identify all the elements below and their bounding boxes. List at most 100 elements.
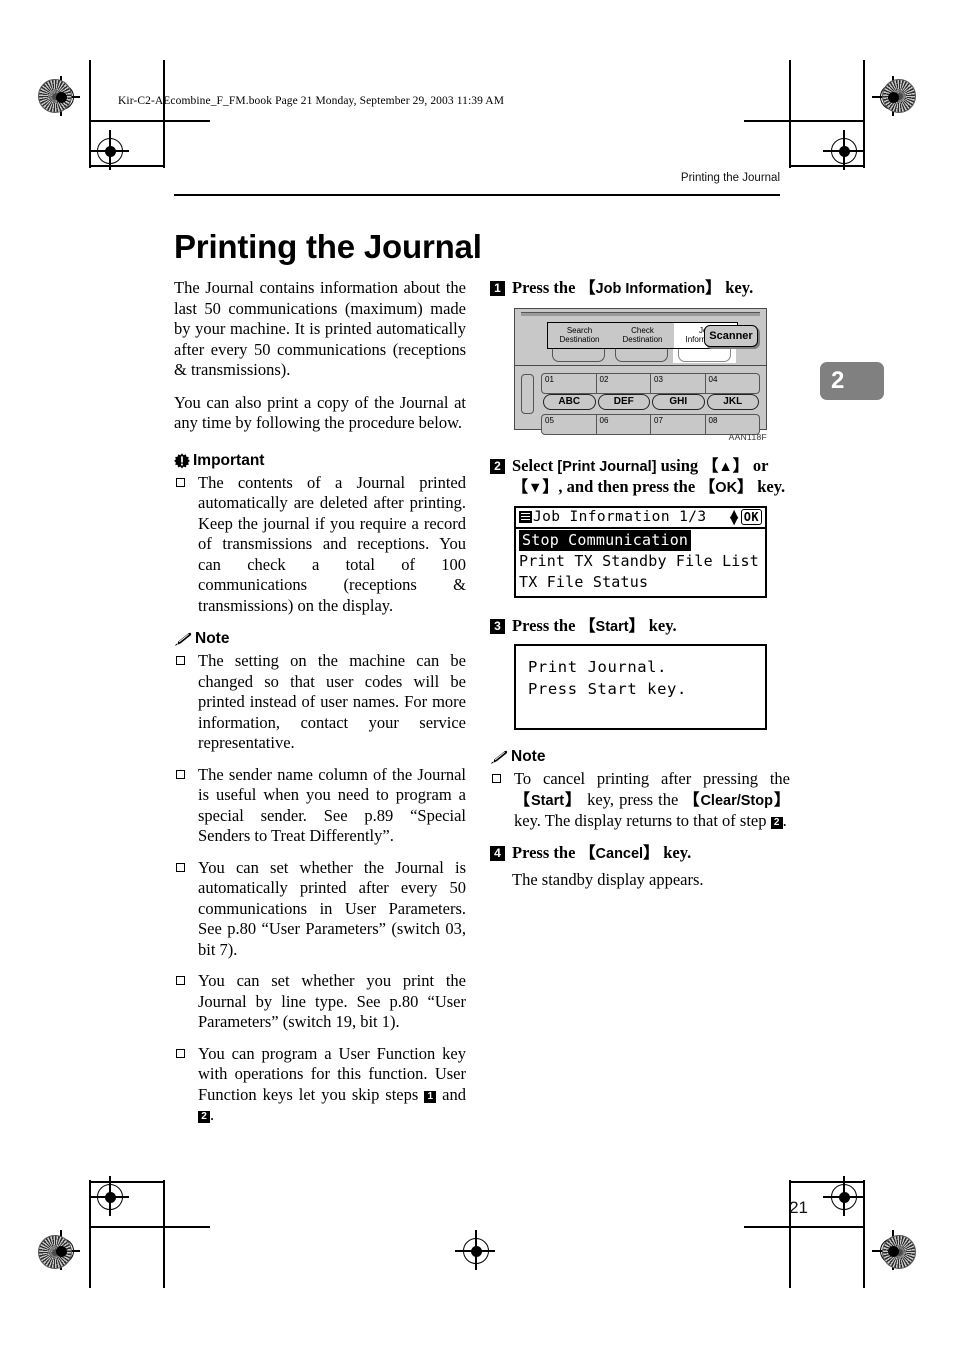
list-item-text: The setting on the machine can be change…: [198, 651, 466, 752]
step-2-t1: Select: [512, 455, 558, 475]
letter-key-ghi[interactable]: GHI: [652, 393, 705, 410]
bullet-square-icon: [176, 1048, 185, 1058]
print-journal-lcd: Print Journal. Press Start key.: [514, 644, 767, 730]
bracket-open: 【: [512, 479, 529, 496]
step-2-text: Select [Print Journal] using 【▲】 or 【▼】,…: [512, 456, 790, 499]
quick-dial-01[interactable]: 01: [541, 372, 596, 394]
crop-mark-line: [90, 165, 165, 167]
bracket-close: 】: [737, 479, 754, 496]
list-item: To cancel printing after pressing the 【S…: [490, 769, 790, 832]
quick-dial-03[interactable]: 03: [650, 372, 705, 394]
step-ref-1: 1: [424, 1090, 437, 1103]
panel-key-slot-2[interactable]: [610, 348, 673, 363]
crop-mark-line: [863, 60, 865, 168]
page-title: Printing the Journal: [174, 228, 482, 266]
panel-tab-search-destination[interactable]: Search Destination: [548, 323, 611, 348]
chapter-tab: 2: [820, 362, 884, 400]
important-icon: [174, 452, 190, 469]
bracket-open: 【: [579, 844, 596, 862]
step-4-suffix: key.: [659, 842, 692, 862]
right-note-heading-label: Note: [511, 748, 546, 765]
note-list: The setting on the machine can be change…: [174, 651, 466, 1126]
bracket-open: 【: [514, 791, 531, 809]
quick-dial-07[interactable]: 07: [650, 413, 705, 435]
step-1-text: Press the 【Job Information】 key.: [512, 278, 753, 300]
lcd-menu-row[interactable]: Stop Communication: [516, 529, 765, 551]
step-4-number: 4: [490, 845, 505, 861]
lcd-message-body: Print Journal. Press Start key.: [516, 646, 765, 728]
panel-tab-check-destination[interactable]: Check Destination: [611, 323, 674, 348]
intro-paragraph-2: You can also print a copy of the Journal…: [174, 392, 466, 433]
operation-panel-body: Search Destination Check Destination Job…: [514, 307, 767, 435]
crop-mark-line: [163, 1180, 165, 1288]
right-note-key-clear-stop: Clear/Stop: [700, 792, 773, 809]
scanner-key-button[interactable]: Scanner: [704, 324, 758, 347]
pencil-icon: [490, 750, 508, 765]
step-4-text: Press the 【Cancel】 key.: [512, 843, 691, 865]
panel-side-tab[interactable]: [521, 373, 534, 414]
bracket-close: 】: [564, 791, 583, 809]
letter-key-abc[interactable]: ABC: [543, 393, 596, 410]
step-3-number: 3: [490, 618, 505, 634]
crop-mark-line: [90, 1226, 210, 1228]
step-2-t4: , and then press the: [558, 477, 700, 496]
quick-dial-05[interactable]: 05: [541, 413, 596, 435]
figure-code: AAN118F: [728, 431, 767, 442]
step-1-number: 1: [490, 281, 505, 296]
job-information-lcd: Job Information 1/3 ▲ ▼ OK Stop Communica…: [514, 505, 767, 598]
header-rule: [174, 194, 780, 196]
crop-mark-line: [863, 1180, 865, 1288]
page-number: 21: [789, 1198, 808, 1217]
step-4-prefix: Press the: [512, 842, 580, 862]
step-2-key-ok: OK: [715, 480, 738, 496]
quick-dial-06[interactable]: 06: [595, 413, 650, 435]
panel-quick-dial-area: 01 02 03 04 ABC DEF GHI JKL 05 06 07 08: [515, 364, 766, 435]
intro-paragraph-1: The Journal contains information about t…: [174, 278, 466, 379]
registration-target: [89, 1176, 129, 1216]
step-4-body: The standby display appears.: [512, 870, 704, 889]
lcd-message-line-1: Print Journal.: [528, 658, 668, 676]
crop-mark-line: [89, 60, 91, 168]
crop-mark-line: [90, 1181, 165, 1183]
right-note-t3: key. The display returns to that of step: [514, 811, 771, 830]
step-3-key-label: Start: [595, 618, 629, 635]
step-3-prefix: Press the: [512, 615, 580, 635]
list-item-text-part-b: and: [436, 1084, 466, 1104]
bracket-close: 】: [628, 617, 645, 635]
density-patch: [38, 79, 72, 113]
crop-mark-line: [744, 1226, 864, 1228]
right-note-list: To cancel printing after pressing the 【S…: [490, 769, 790, 832]
registration-target: [89, 130, 129, 170]
panel-key-slot-3[interactable]: [673, 348, 736, 363]
crop-mark-line: [163, 60, 165, 168]
registration-target: [455, 1230, 495, 1270]
list-item-text: The sender name column of the Journal is…: [198, 764, 466, 846]
panel-tab-key-slots: [547, 348, 736, 363]
panel-tab-search-destination-line2: Destination: [559, 335, 600, 344]
menu-list-icon: [519, 510, 532, 523]
list-item-text: You can set whether you print the Journa…: [198, 971, 466, 1031]
lcd-menu-item-print-tx-standby-file-list[interactable]: Print TX Standby File List: [516, 551, 765, 572]
lcd-menu-item-tx-file-status[interactable]: TX File Status: [516, 572, 765, 593]
right-note-t4: .: [782, 811, 787, 830]
step-ref-2: 2: [198, 1111, 210, 1123]
list-item: The sender name column of the Journal is…: [174, 765, 466, 847]
bracket-close: 】: [542, 479, 559, 496]
bullet-square-icon: [176, 656, 185, 665]
quick-dial-04[interactable]: 04: [704, 372, 760, 394]
quick-dial-row-1: 01 02 03 04: [541, 372, 760, 394]
step-2-bracket-item: [Print Journal]: [557, 458, 657, 475]
running-head: Printing the Journal: [680, 172, 780, 184]
crop-mark-line: [90, 120, 210, 122]
bracket-open: 【: [579, 617, 596, 635]
bullet-square-icon: [492, 774, 501, 783]
step-2-key-down: ▼: [528, 480, 543, 496]
letter-key-jkl[interactable]: JKL: [706, 393, 759, 410]
bracket-open: 【: [702, 457, 719, 475]
panel-tab-check-destination-line1: Check: [631, 325, 654, 335]
letter-key-def[interactable]: DEF: [597, 393, 650, 410]
panel-key-slot-1[interactable]: [547, 348, 610, 363]
step-3: 3 Press the 【Start】 key.: [490, 616, 790, 638]
right-note-key-start: Start: [531, 792, 565, 809]
quick-dial-02[interactable]: 02: [595, 372, 650, 394]
